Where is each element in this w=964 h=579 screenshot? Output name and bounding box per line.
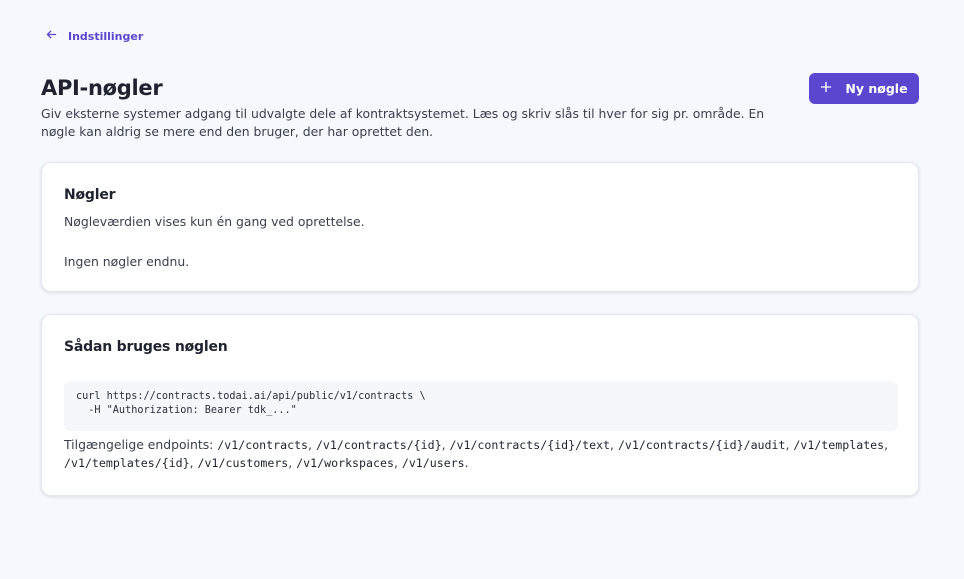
plus-icon <box>820 81 832 96</box>
endpoints-label: Tilgængelige endpoints: <box>64 437 214 452</box>
back-link-label: Indstillinger <box>68 29 144 43</box>
page-title: API-nøgler <box>41 76 163 100</box>
keys-card-title: Nøgler <box>64 187 116 203</box>
keys-empty-state: Ingen nøgler endnu. <box>64 254 190 269</box>
endpoint-path: /v1/contracts/{id}/audit <box>617 438 786 452</box>
endpoint-path: /v1/contracts <box>217 438 309 452</box>
arrow-left-icon <box>45 28 58 44</box>
page-description: Giv eksterne systemer adgang til udvalgt… <box>41 106 765 139</box>
keys-card-subtitle: Nøgleværdien vises kun én gang ved opret… <box>64 214 365 229</box>
endpoint-path: /v1/contracts/{id} <box>315 438 442 452</box>
endpoint-path: /v1/users <box>401 456 465 470</box>
back-link-settings[interactable]: Indstillinger <box>45 28 143 44</box>
curl-code-block: curl https://contracts.todai.ai/api/publ… <box>64 381 898 431</box>
new-key-label: Ny nøgle <box>845 81 908 96</box>
endpoint-path: /v1/contracts/{id}/text <box>449 438 611 452</box>
endpoints-list: Tilgængelige endpoints: /v1/contracts, /… <box>64 437 889 470</box>
endpoint-path: /v1/customers <box>197 456 289 470</box>
endpoint-path: /v1/workspaces <box>296 456 394 470</box>
endpoint-path: /v1/templates/{id} <box>64 456 190 470</box>
usage-card-title: Sådan bruges nøglen <box>64 339 228 355</box>
endpoint-path: /v1/templates <box>793 438 885 452</box>
keys-card: Nøgler Nøgleværdien vises kun én gang ve… <box>41 162 919 292</box>
usage-card: Sådan bruges nøglen curl https://contrac… <box>41 314 919 496</box>
new-key-button[interactable]: Ny nøgle <box>809 73 919 104</box>
